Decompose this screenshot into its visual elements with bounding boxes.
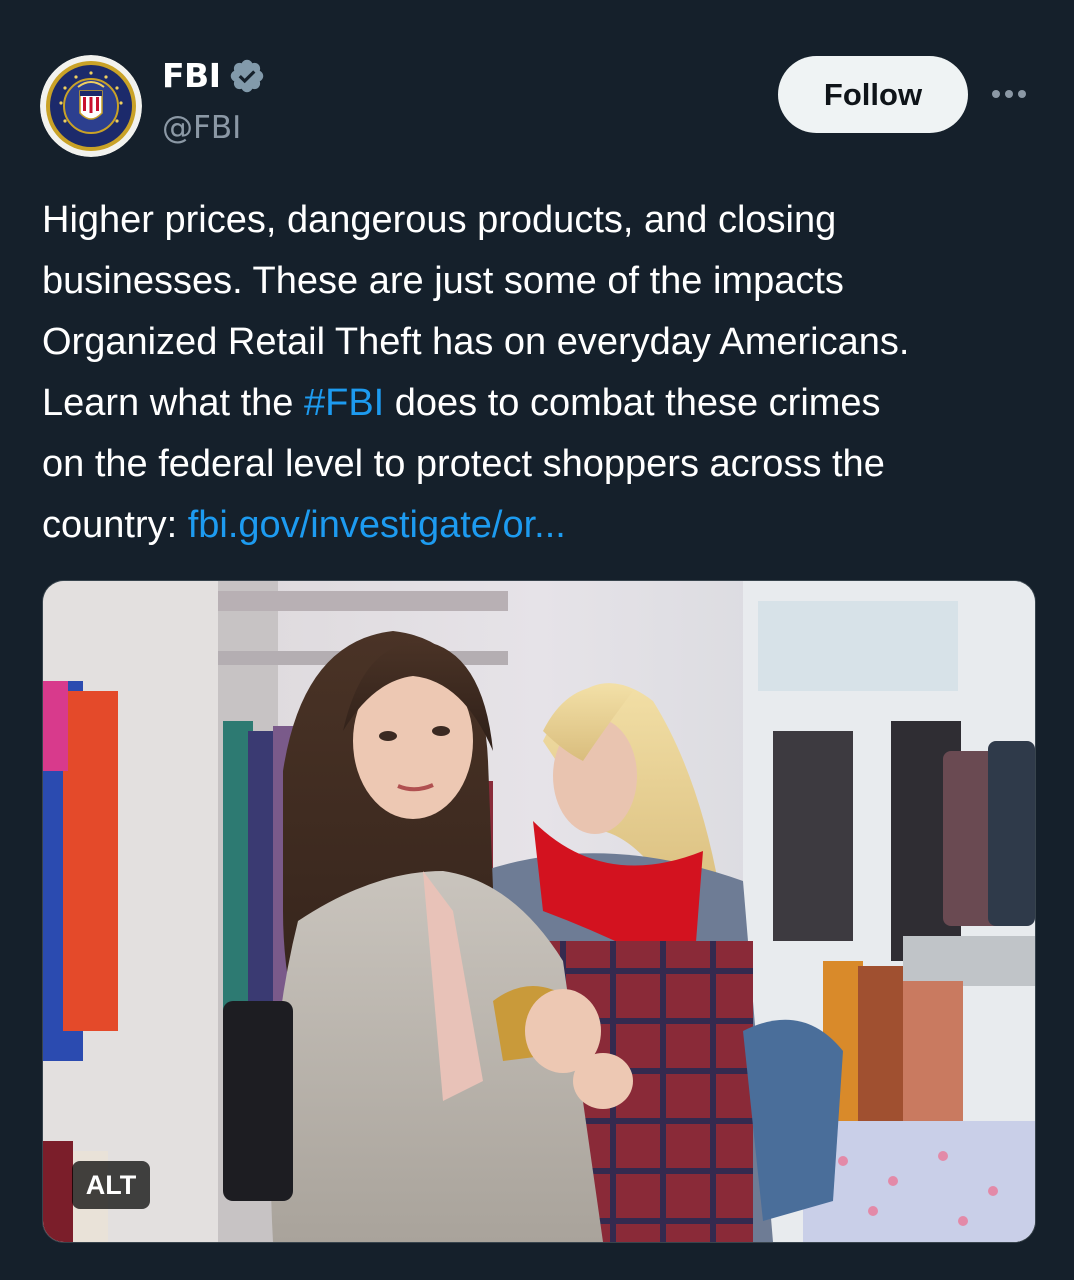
tweet-text-line: Organized Retail Theft has on everyday A… <box>42 312 1042 373</box>
tweet-text-segment: Learn what the <box>42 382 304 424</box>
tweet-text: Higher prices, dangerous products, and c… <box>42 190 1042 556</box>
avatar[interactable] <box>40 55 142 157</box>
tweet-media-image[interactable] <box>42 580 1036 1243</box>
tweet-text-segment: Organized Retail Theft has on everyday A… <box>42 321 910 363</box>
tweet-text-line: country: fbi.gov/investigate/or... <box>42 495 1042 556</box>
tweet-text-segment: businesses. These are just some of the i… <box>42 260 844 302</box>
dot <box>1018 90 1026 98</box>
follow-button[interactable]: Follow <box>778 56 968 133</box>
tweet-text-segment: does to combat these crimes <box>384 382 881 424</box>
tweet-text-segment: on the federal level to protect shoppers… <box>42 443 885 485</box>
author-name[interactable]: FBI <box>162 56 221 95</box>
tweet-text-segment: Higher prices, dangerous products, and c… <box>42 199 837 241</box>
dot <box>992 90 1000 98</box>
store-shoplifting-photo <box>43 581 1035 1242</box>
alt-text-button[interactable]: ALT <box>72 1161 150 1209</box>
url-link[interactable]: fbi.gov/investigate/or... <box>188 504 566 546</box>
tweet-text-line: businesses. These are just some of the i… <box>42 251 1042 312</box>
tweet-text-line: Learn what the #FBI does to combat these… <box>42 373 1042 434</box>
tweet-text-line: on the federal level to protect shoppers… <box>42 434 1042 495</box>
author-name-row: FBI <box>162 56 266 95</box>
tweet-text-segment: country: <box>42 504 188 546</box>
hashtag-link[interactable]: #FBI <box>304 382 384 424</box>
more-options-icon[interactable] <box>992 86 1030 102</box>
author-handle[interactable]: @FBI <box>162 110 241 146</box>
fbi-seal-icon <box>40 55 142 157</box>
tweet-text-line: Higher prices, dangerous products, and c… <box>42 190 1042 251</box>
dot <box>1005 90 1013 98</box>
verified-badge-icon <box>231 59 264 92</box>
